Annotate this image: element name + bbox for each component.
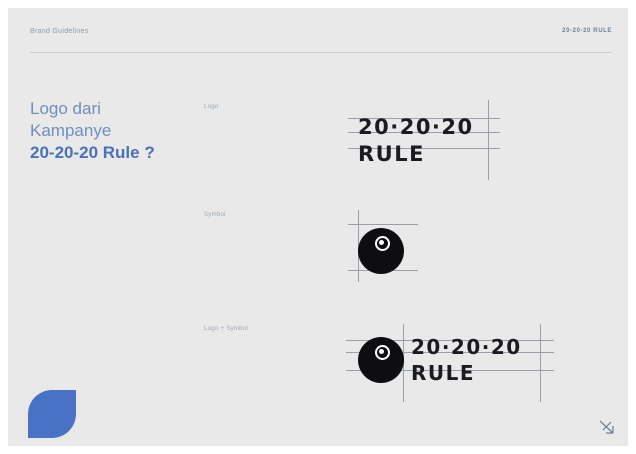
title-line-3: 20-20-20 Rule ?: [30, 143, 155, 162]
guide-line: [488, 100, 489, 180]
logo-symbol-wordmark: 20·20·20 RULE: [411, 334, 522, 386]
slide: Brand Guidelines 20-20-20 RULE Logo dari…: [8, 8, 628, 446]
wordmark-line-2: RULE: [358, 142, 425, 166]
header-left-text: Brand Guidelines: [30, 28, 89, 35]
wordmark-line-1: 20·20·20: [358, 115, 474, 139]
title-line-1: Logo dari: [30, 99, 101, 118]
title-line-2: Kampanye: [30, 121, 112, 140]
wordmark-line-1: 20·20·20: [411, 335, 522, 359]
header-divider: [30, 52, 612, 53]
ball-highlight-dot: [379, 349, 384, 354]
logo-label: Logo: [204, 104, 219, 110]
guide-line: [348, 224, 418, 225]
arrow-cross-icon: [599, 420, 614, 434]
logo-symbol-label: Logo + Symbol: [204, 326, 249, 332]
eight-ball-icon: [358, 337, 404, 383]
guide-line: [540, 324, 541, 402]
eight-ball-icon: [358, 228, 404, 274]
wordmark-line-2: RULE: [411, 361, 476, 385]
page-title: Logo dari Kampanye 20-20-20 Rule ?: [30, 98, 155, 164]
symbol-label: Symbol: [204, 212, 226, 218]
logo-wordmark: 20·20·20 RULE: [358, 114, 474, 168]
ball-highlight-dot: [379, 240, 384, 245]
leaf-shape-decor: [28, 390, 76, 438]
header-right-text: 20-20-20 RULE: [562, 28, 612, 34]
